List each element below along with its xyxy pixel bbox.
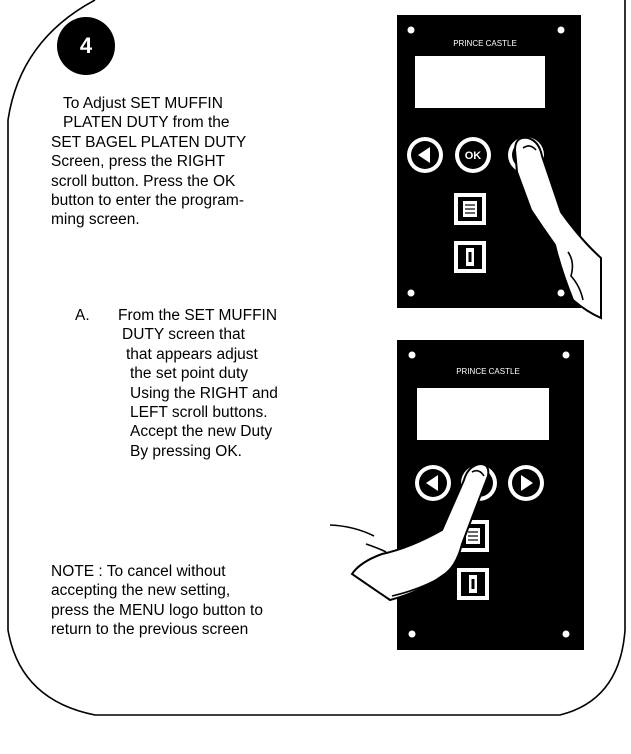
brand-label: PRINCE CASTLE: [456, 367, 520, 376]
substep-line: From the SET MUFFIN: [118, 307, 278, 324]
note-paragraph: NOTE : To cancel without accepting the n…: [51, 562, 341, 640]
display-screen: [417, 388, 549, 440]
substep-line: the set point duty: [130, 365, 249, 383]
note-line: press the MENU logo button to: [51, 601, 263, 619]
substep-letter: A.: [75, 307, 90, 324]
intro-line: Screen, press the RIGHT: [51, 153, 226, 171]
intro-paragraph: To Adjust SET MUFFIN PLATEN DUTY from th…: [51, 94, 316, 230]
right-scroll-button[interactable]: [508, 465, 544, 501]
control-panel-bottom: PRINCE CASTLE: [330, 330, 620, 660]
temperature-button[interactable]: [457, 568, 489, 600]
note-line: return to the previous screen: [51, 621, 249, 639]
substep-line: Using the RIGHT and: [130, 384, 278, 402]
note-line: accepting the new setting,: [51, 582, 231, 600]
intro-line: scroll button. Press the OK: [51, 172, 236, 190]
control-panel-top: PRINCE CASTLE OK: [365, 0, 605, 320]
note-line: NOTE : To cancel without: [51, 563, 226, 580]
ok-label: OK: [465, 150, 482, 162]
step-number-badge: 4: [57, 17, 115, 75]
substep-line: Accept the new Duty: [130, 423, 273, 441]
substep-line: By pressing OK.: [130, 442, 242, 460]
ok-button[interactable]: OK: [455, 137, 491, 173]
menu-logo-button[interactable]: [454, 193, 486, 225]
intro-line: PLATEN DUTY from the: [63, 114, 230, 132]
display-screen: [415, 56, 545, 108]
substep-line: that appears adjust: [126, 345, 258, 363]
left-scroll-button[interactable]: [407, 137, 443, 173]
left-scroll-button[interactable]: [415, 465, 451, 501]
temperature-button[interactable]: [454, 241, 486, 273]
intro-line: button to enter the program-: [51, 192, 245, 210]
intro-line: To Adjust SET MUFFIN: [63, 95, 223, 112]
brand-label: PRINCE CASTLE: [453, 39, 517, 48]
substep-line: LEFT scroll buttons.: [130, 404, 268, 422]
intro-line: ming screen.: [51, 211, 140, 229]
step-number: 4: [79, 33, 93, 58]
substep-line: DUTY screen that: [122, 326, 245, 344]
intro-line: SET BAGEL PLATEN DUTY: [51, 133, 247, 151]
